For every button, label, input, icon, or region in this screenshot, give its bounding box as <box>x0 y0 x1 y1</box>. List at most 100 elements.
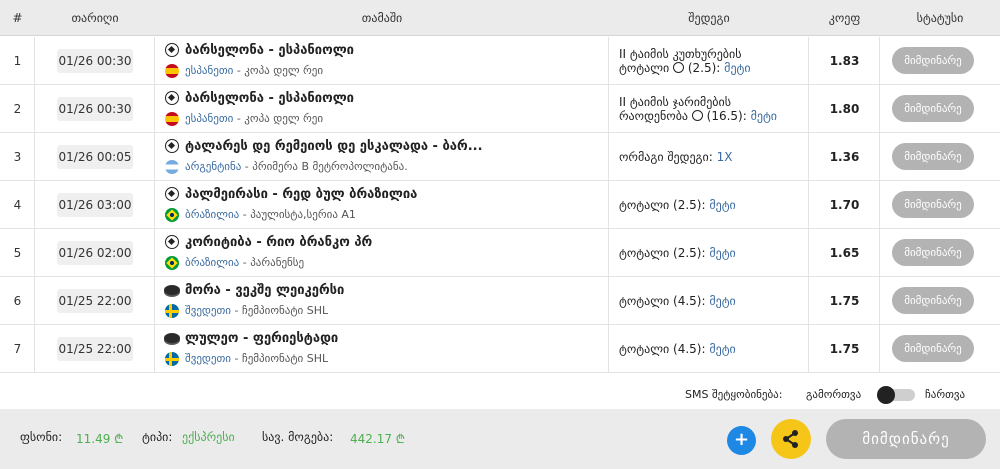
game-country[interactable]: ესპანეთი <box>185 112 233 125</box>
status-button[interactable]: მიმდინარე <box>892 335 974 362</box>
status-button[interactable]: მიმდინარე <box>892 239 974 266</box>
game-league: ბრაზილია - პაულისტა,სერია A1 <box>185 208 356 221</box>
soccer-ball-icon <box>165 139 179 153</box>
odds-value: 1.83 <box>829 54 860 68</box>
odds-value: 1.70 <box>829 198 860 212</box>
table-row[interactable]: 4 01/26 03:00 პალმეირასი - რედ ბულ ბრაზი… <box>0 181 1000 229</box>
card-icon <box>691 110 703 121</box>
bet-result: ტოტალი (2.5): მეტი <box>619 246 736 260</box>
league-name: - პრიმერა B მეტროპოლიტანა. <box>241 160 408 173</box>
result-pick: მეტი <box>709 198 736 212</box>
add-button[interactable]: + <box>727 426 756 455</box>
table-row[interactable]: 3 01/26 00:05 ტალარეს დე რემეიოს დე ესკა… <box>0 133 1000 181</box>
sms-notification-bar: SMS შეტყობინება: გამორთვა ჩართვა <box>0 380 1000 410</box>
result-pick: მეტი <box>750 109 778 123</box>
result-market: ტოტალი (2.5): <box>619 246 710 260</box>
status-button[interactable]: მიმდინარე <box>892 191 974 218</box>
type-value: ექსპრესი <box>182 430 235 444</box>
spain-flag-icon <box>165 64 179 78</box>
spain-flag-icon <box>165 112 179 126</box>
game-country[interactable]: ესპანეთი <box>185 64 233 77</box>
brazil-flag-icon <box>165 208 179 222</box>
game-title[interactable]: ტალარეს დე რემეიოს დე ესკალადა - ბარ... <box>185 139 483 154</box>
game-country[interactable]: შვედეთი <box>185 304 231 317</box>
row-date: 01/25 22:00 <box>57 337 133 361</box>
table-row[interactable]: 5 01/26 02:00 კორიტიბა - რიო ბრანკო პრ ბ… <box>0 229 1000 277</box>
share-icon <box>783 430 798 448</box>
row-date: 01/26 00:30 <box>57 97 133 121</box>
sweden-flag-icon <box>165 304 179 318</box>
hockey-puck-icon <box>164 333 180 343</box>
game-league: ესპანეთი - კოპა დელ რეი <box>185 112 323 125</box>
sms-on-label[interactable]: ჩართვა <box>925 388 965 401</box>
game-title[interactable]: ლულეო - ფერიესტადი <box>185 331 338 346</box>
result-market: ტოტალი (4.5): <box>619 342 710 356</box>
league-name: - ჩემპიონატი SHL <box>231 352 329 365</box>
soccer-ball-icon <box>165 187 179 201</box>
result-pick: მეტი <box>709 342 736 356</box>
game-country[interactable]: ბრაზილია <box>185 208 239 221</box>
game-title[interactable]: ბარსელონა - ესპანიოლი <box>185 91 354 106</box>
result-pick: მეტი <box>709 294 736 308</box>
row-number: 6 <box>13 294 22 308</box>
game-title[interactable]: ბარსელონა - ესპანიოლი <box>185 43 354 58</box>
status-main-button[interactable]: მიმდინარე <box>826 419 986 459</box>
bet-slip-footer: ფსონი: 11.49 ₾ ტიპი: ექსპრესი სავ. მოგებ… <box>0 409 1000 469</box>
game-country[interactable]: ბრაზილია <box>185 256 239 269</box>
result-market-2: ტოტალი <box>619 61 670 75</box>
status-button[interactable]: მიმდინარე <box>892 287 974 314</box>
table-row[interactable]: 7 01/25 22:00 ლულეო - ფერიესტადი შვედეთი… <box>0 325 1000 373</box>
game-title[interactable]: მორა - ვეკშე ლეიკერსი <box>185 283 344 298</box>
column-header-status: სტატუსი <box>916 11 964 25</box>
status-button[interactable]: მიმდინარე <box>892 47 974 74</box>
sweden-flag-icon <box>165 352 179 366</box>
table-header: # თარიღი თამაში შედეგი კოეფ სტატუსი <box>0 0 1000 36</box>
game-league: არგენტინა - პრიმერა B მეტროპოლიტანა. <box>185 160 408 173</box>
table-row[interactable]: 1 01/26 00:30 ბარსელონა - ესპანიოლი ესპა… <box>0 37 1000 85</box>
row-number: 1 <box>13 54 22 68</box>
soccer-ball-icon <box>165 43 179 57</box>
result-pick: მეტი <box>709 246 736 260</box>
bet-result: II ტაიმის კუთხურების ტოტალი (2.5): მეტი <box>619 47 751 75</box>
result-market-2: რაოდენობა <box>619 109 688 123</box>
sms-toggle[interactable] <box>877 386 917 404</box>
stake-value: 11.49 ₾ <box>76 432 124 446</box>
league-name: - პაულისტა,სერია A1 <box>239 208 356 221</box>
row-date: 01/26 03:00 <box>57 193 133 217</box>
row-number: 3 <box>13 150 22 164</box>
table-row[interactable]: 6 01/25 22:00 მორა - ვეკშე ლეიკერსი შვედ… <box>0 277 1000 325</box>
result-pick: 1X <box>716 150 733 164</box>
game-title[interactable]: პალმეირასი - რედ ბულ ბრაზილია <box>185 187 417 202</box>
row-number: 4 <box>13 198 22 212</box>
league-name: - ჩემპიონატი SHL <box>231 304 329 317</box>
hockey-puck-icon <box>164 285 180 295</box>
corner-ball-icon <box>673 62 685 73</box>
bet-result: ტოტალი (4.5): მეტი <box>619 294 736 308</box>
row-date: 01/26 02:00 <box>57 241 133 265</box>
potential-win-value: 442.17 ₾ <box>350 432 406 446</box>
bet-result: ტოტალი (4.5): მეტი <box>619 342 736 356</box>
odds-value: 1.75 <box>829 294 860 308</box>
table-row[interactable]: 2 01/26 00:30 ბარსელონა - ესპანიოლი ესპა… <box>0 85 1000 133</box>
result-market: II ტაიმის ჯარიმების <box>619 95 731 109</box>
game-country[interactable]: არგენტინა <box>185 160 241 173</box>
sms-label: SMS შეტყობინება: <box>685 388 783 401</box>
sms-off-label[interactable]: გამორთვა <box>806 388 861 401</box>
game-country[interactable]: შვედეთი <box>185 352 231 365</box>
game-title[interactable]: კორიტიბა - რიო ბრანკო პრ <box>185 235 372 250</box>
result-line: (16.5): <box>702 109 751 123</box>
potential-win-label: სავ. მოგება: <box>262 430 334 444</box>
brazil-flag-icon <box>165 256 179 270</box>
type-label: ტიპი: <box>142 430 173 444</box>
status-button[interactable]: მიმდინარე <box>892 95 974 122</box>
league-name: - კოპა დელ რეი <box>233 112 324 125</box>
column-header-num: # <box>12 11 23 25</box>
share-button[interactable] <box>771 419 811 459</box>
column-header-result: შედეგი <box>688 11 730 25</box>
status-button[interactable]: მიმდინარე <box>892 143 974 170</box>
result-line: (2.5): <box>684 61 725 75</box>
result-pick: მეტი <box>724 61 751 75</box>
league-name: - კოპა დელ რეი <box>233 64 324 77</box>
odds-value: 1.75 <box>829 342 860 356</box>
result-market: II ტაიმის კუთხურების <box>619 47 742 61</box>
